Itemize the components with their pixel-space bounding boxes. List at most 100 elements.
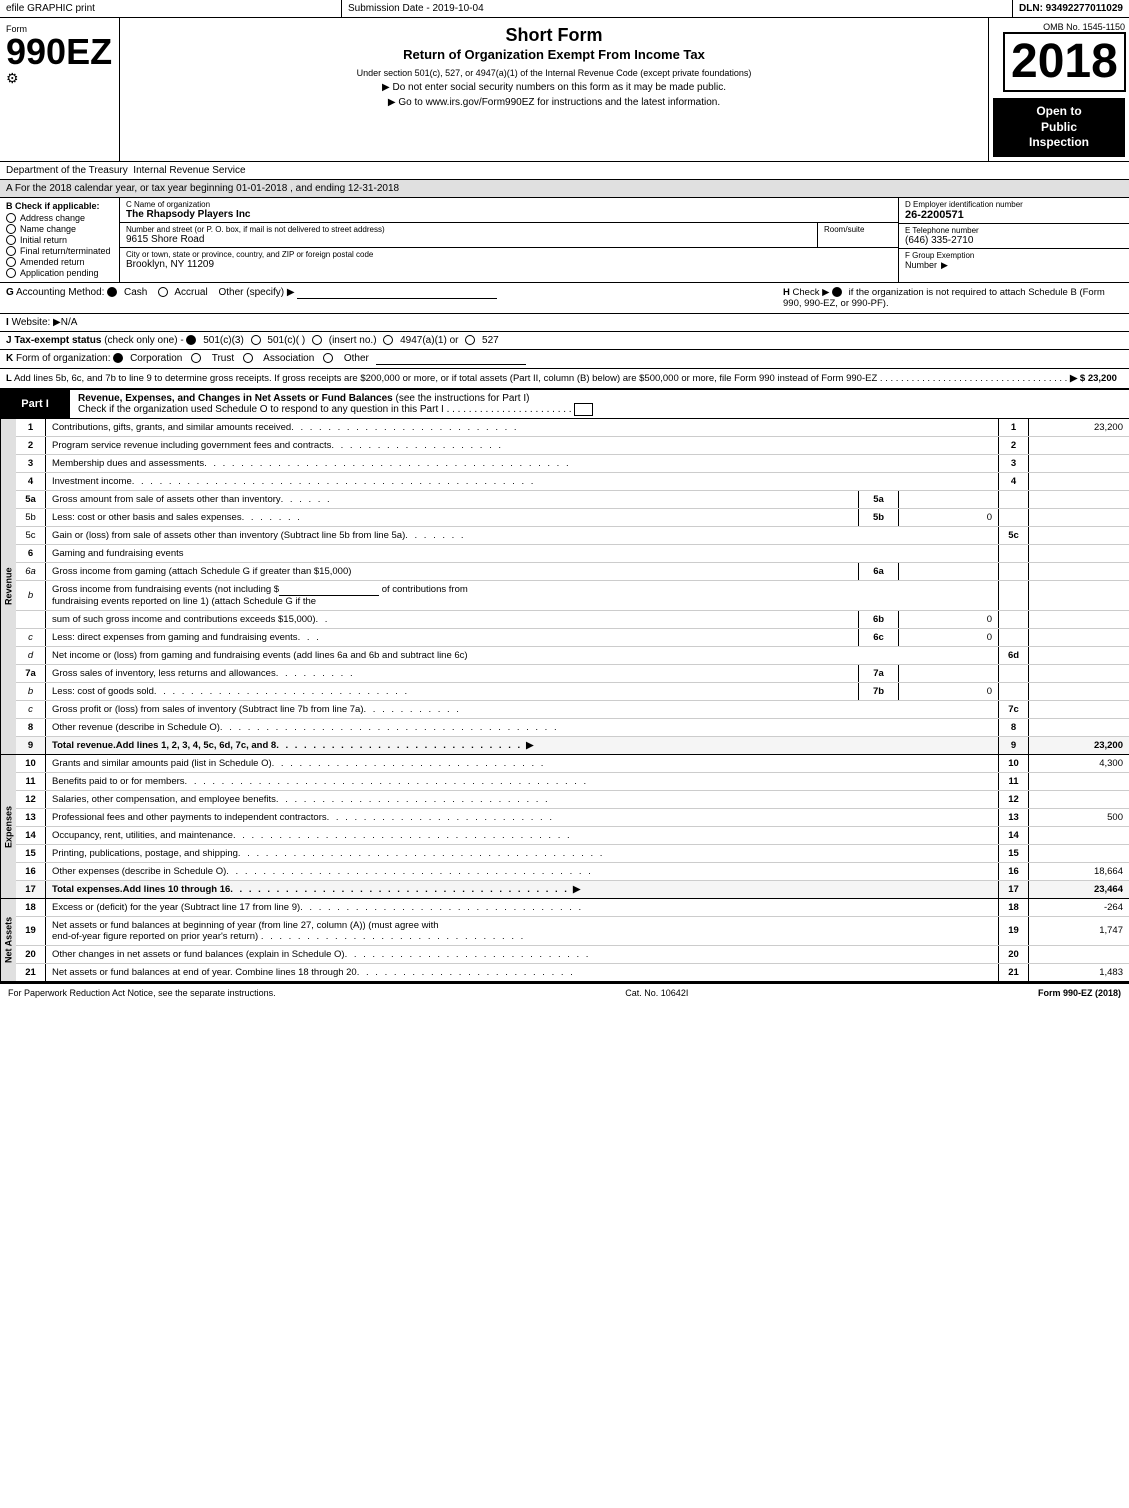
app-pending-radio[interactable]	[6, 268, 16, 278]
row-6b-mid: 0	[899, 611, 999, 628]
name-change-label: Name change	[20, 224, 76, 234]
part1-schedule-check: Check if the organization used Schedule …	[78, 404, 444, 415]
l-label: L	[6, 373, 12, 384]
k-other-radio[interactable]	[323, 353, 333, 363]
row-12-line: 12	[999, 791, 1029, 808]
row-16-value: 18,664	[1029, 863, 1129, 880]
row-21-desc: Net assets or fund balances at end of ye…	[46, 964, 999, 981]
footer-center: Cat. No. 10642I	[625, 988, 688, 998]
j-527-label: 527	[482, 335, 499, 346]
row-6d-value	[1029, 647, 1129, 664]
row-10-desc: Grants and similar amounts paid (list in…	[46, 755, 999, 772]
row-19-line: 19	[999, 917, 1029, 945]
row-13-num: 13	[16, 809, 46, 826]
row-6-num: 6	[16, 545, 46, 562]
row-6b-desc-text: Gross income from fundraising events (no…	[46, 581, 999, 610]
row-16: 16 Other expenses (describe in Schedule …	[16, 863, 1129, 881]
j-501c3-radio[interactable]	[186, 335, 196, 345]
form-number: 990EZ	[6, 34, 113, 70]
g-label: G	[6, 287, 14, 298]
row-21-line: 21	[999, 964, 1029, 981]
row-13-desc: Professional fees and other payments to …	[46, 809, 999, 826]
part1-header: Part I Revenue, Expenses, and Changes in…	[0, 390, 1129, 419]
app-pending-label: Application pending	[20, 268, 99, 278]
row-6d-desc: Net income or (loss) from gaming and fun…	[46, 647, 999, 664]
row-8-line: 8	[999, 719, 1029, 736]
address-change-radio[interactable]	[6, 213, 16, 223]
row-11-num: 11	[16, 773, 46, 790]
row-6c-value	[1029, 629, 1129, 646]
address-change-item: Address change	[6, 213, 113, 223]
row-6-line	[999, 545, 1029, 562]
cash-radio-filled[interactable]	[107, 287, 117, 297]
section-i: I Website: ▶N/A	[0, 314, 1129, 332]
row-11-desc: Benefits paid to or for members . . . . …	[46, 773, 999, 790]
l-text: Add lines 5b, 6c, and 7b to line 9 to de…	[14, 373, 877, 384]
h-check[interactable]	[832, 287, 842, 297]
org-room-label: Room/suite	[824, 225, 892, 234]
open-to-public: Open toPublicInspection	[993, 98, 1125, 157]
amended-return-radio[interactable]	[6, 257, 16, 267]
j-4947-radio[interactable]	[383, 335, 393, 345]
row-6d-line: 6d	[999, 647, 1029, 664]
exempt-number-row: Number ▶	[905, 260, 1123, 271]
row-5c-value	[1029, 527, 1129, 544]
exempt-row: F Group Exemption Number ▶	[899, 249, 1129, 273]
row-9: 9 Total revenue. Add lines 1, 2, 3, 4, 5…	[16, 737, 1129, 754]
row-12: 12 Salaries, other compensation, and emp…	[16, 791, 1129, 809]
j-insert-radio[interactable]	[312, 335, 322, 345]
row-6a-col: 6a	[859, 563, 899, 580]
row-18-num: 18	[16, 899, 46, 916]
j-4947-label: 4947(a)(1) or	[400, 335, 458, 346]
schedule-checkbox[interactable]	[574, 403, 592, 416]
j-501c-radio[interactable]	[251, 335, 261, 345]
row-3: 3 Membership dues and assessments . . . …	[16, 455, 1129, 473]
row-11-line: 11	[999, 773, 1029, 790]
row-3-num: 3	[16, 455, 46, 472]
final-return-item: Final return/terminated	[6, 246, 113, 256]
check-label: B Check if applicable:	[6, 201, 113, 211]
row-7c-value	[1029, 701, 1129, 718]
row-1: 1 Contributions, gifts, grants, and simi…	[16, 419, 1129, 437]
section-l: L Add lines 5b, 6c, and 7b to line 9 to …	[0, 369, 1129, 390]
row-7c-desc: Gross profit or (loss) from sales of inv…	[46, 701, 999, 718]
row-1-desc: Contributions, gifts, grants, and simila…	[46, 419, 999, 436]
initial-return-radio[interactable]	[6, 235, 16, 245]
row-10-num: 10	[16, 755, 46, 772]
other-input[interactable]	[297, 287, 497, 299]
row-1-value: 23,200	[1029, 419, 1129, 436]
k-corp-radio[interactable]	[113, 353, 123, 363]
row-14-value	[1029, 827, 1129, 844]
row-10: 10 Grants and similar amounts paid (list…	[16, 755, 1129, 773]
dln-number: DLN: 93492277011029	[1013, 0, 1129, 17]
j-527-radio[interactable]	[465, 335, 475, 345]
accrual-radio[interactable]	[158, 287, 168, 297]
row-5c-line: 5c	[999, 527, 1029, 544]
dept-text: Department of the Treasury	[6, 165, 128, 176]
exempt-label: F Group Exemption	[905, 251, 1123, 260]
j-text: Tax-exempt status (check only one) -	[14, 335, 186, 346]
row-21-num: 21	[16, 964, 46, 981]
row-4-desc: Investment income . . . . . . . . . . . …	[46, 473, 999, 490]
row-15-value	[1029, 845, 1129, 862]
k-other-input[interactable]	[376, 353, 526, 365]
form-title: Short Form	[130, 24, 978, 47]
row-14: 14 Occupancy, rent, utilities, and maint…	[16, 827, 1129, 845]
final-return-radio[interactable]	[6, 246, 16, 256]
row-17-num: 17	[16, 881, 46, 898]
row-7b-num: b	[16, 683, 46, 700]
row-5a-col: 5a	[859, 491, 899, 508]
final-return-label: Final return/terminated	[20, 246, 111, 256]
form-center: Short Form Return of Organization Exempt…	[120, 18, 989, 161]
row-12-value	[1029, 791, 1129, 808]
k-trust-radio[interactable]	[191, 353, 201, 363]
row-6b-desc: b Gross income from fundraising events (…	[16, 581, 1129, 611]
row-5c-num: 5c	[16, 527, 46, 544]
name-change-radio[interactable]	[6, 224, 16, 234]
part1-title-cell: Revenue, Expenses, and Changes in Net As…	[70, 390, 1129, 418]
row-2: 2 Program service revenue including gove…	[16, 437, 1129, 455]
row-5c: 5c Gain or (loss) from sale of assets ot…	[16, 527, 1129, 545]
row-5a: 5a Gross amount from sale of assets othe…	[16, 491, 1129, 509]
k-assoc-radio[interactable]	[243, 353, 253, 363]
revenue-section: Revenue 1 Contributions, gifts, grants, …	[0, 419, 1129, 755]
